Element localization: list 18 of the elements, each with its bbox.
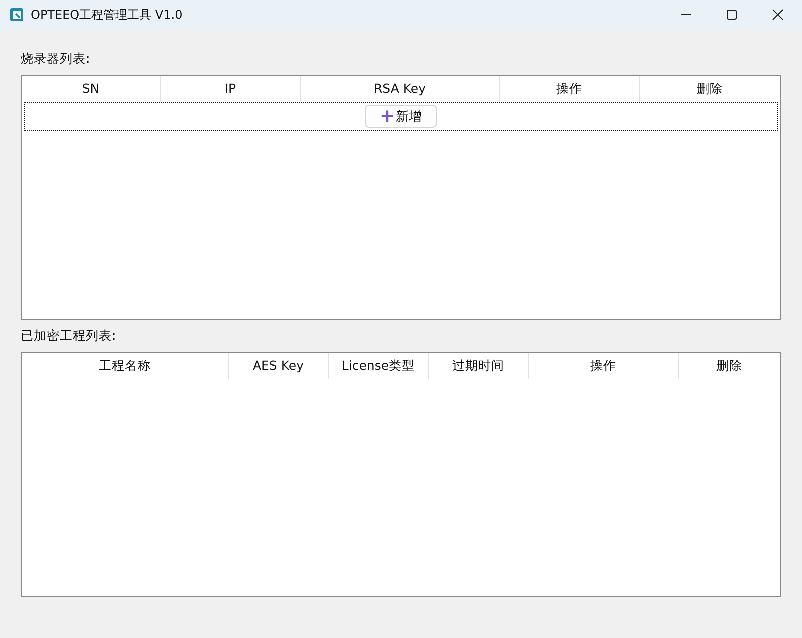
column-header: AES Key bbox=[229, 353, 329, 379]
close-icon[interactable] bbox=[772, 9, 784, 21]
maximize-icon[interactable] bbox=[726, 9, 738, 21]
app-icon bbox=[10, 8, 24, 22]
section-label: 已加密工程列表: bbox=[21, 328, 118, 344]
column-header: 过期时间 bbox=[429, 353, 529, 379]
column-header: License类型 bbox=[329, 353, 429, 379]
column-header: SN bbox=[22, 76, 161, 102]
column-header: 工程名称 bbox=[22, 353, 229, 379]
column-header: RSA Key bbox=[301, 76, 500, 102]
column-header: 删除 bbox=[696, 80, 724, 98]
window-title: OPTEEQ工程管理工具 V1.0 bbox=[31, 6, 183, 24]
column-header: 删除 bbox=[716, 357, 744, 375]
column-header: 操作 bbox=[529, 353, 679, 379]
column-header: 操作 bbox=[500, 76, 640, 102]
column-header: IP bbox=[161, 76, 301, 102]
section-label: 烧录器列表: bbox=[21, 51, 92, 67]
add-button[interactable]: +新增 bbox=[364, 105, 438, 128]
